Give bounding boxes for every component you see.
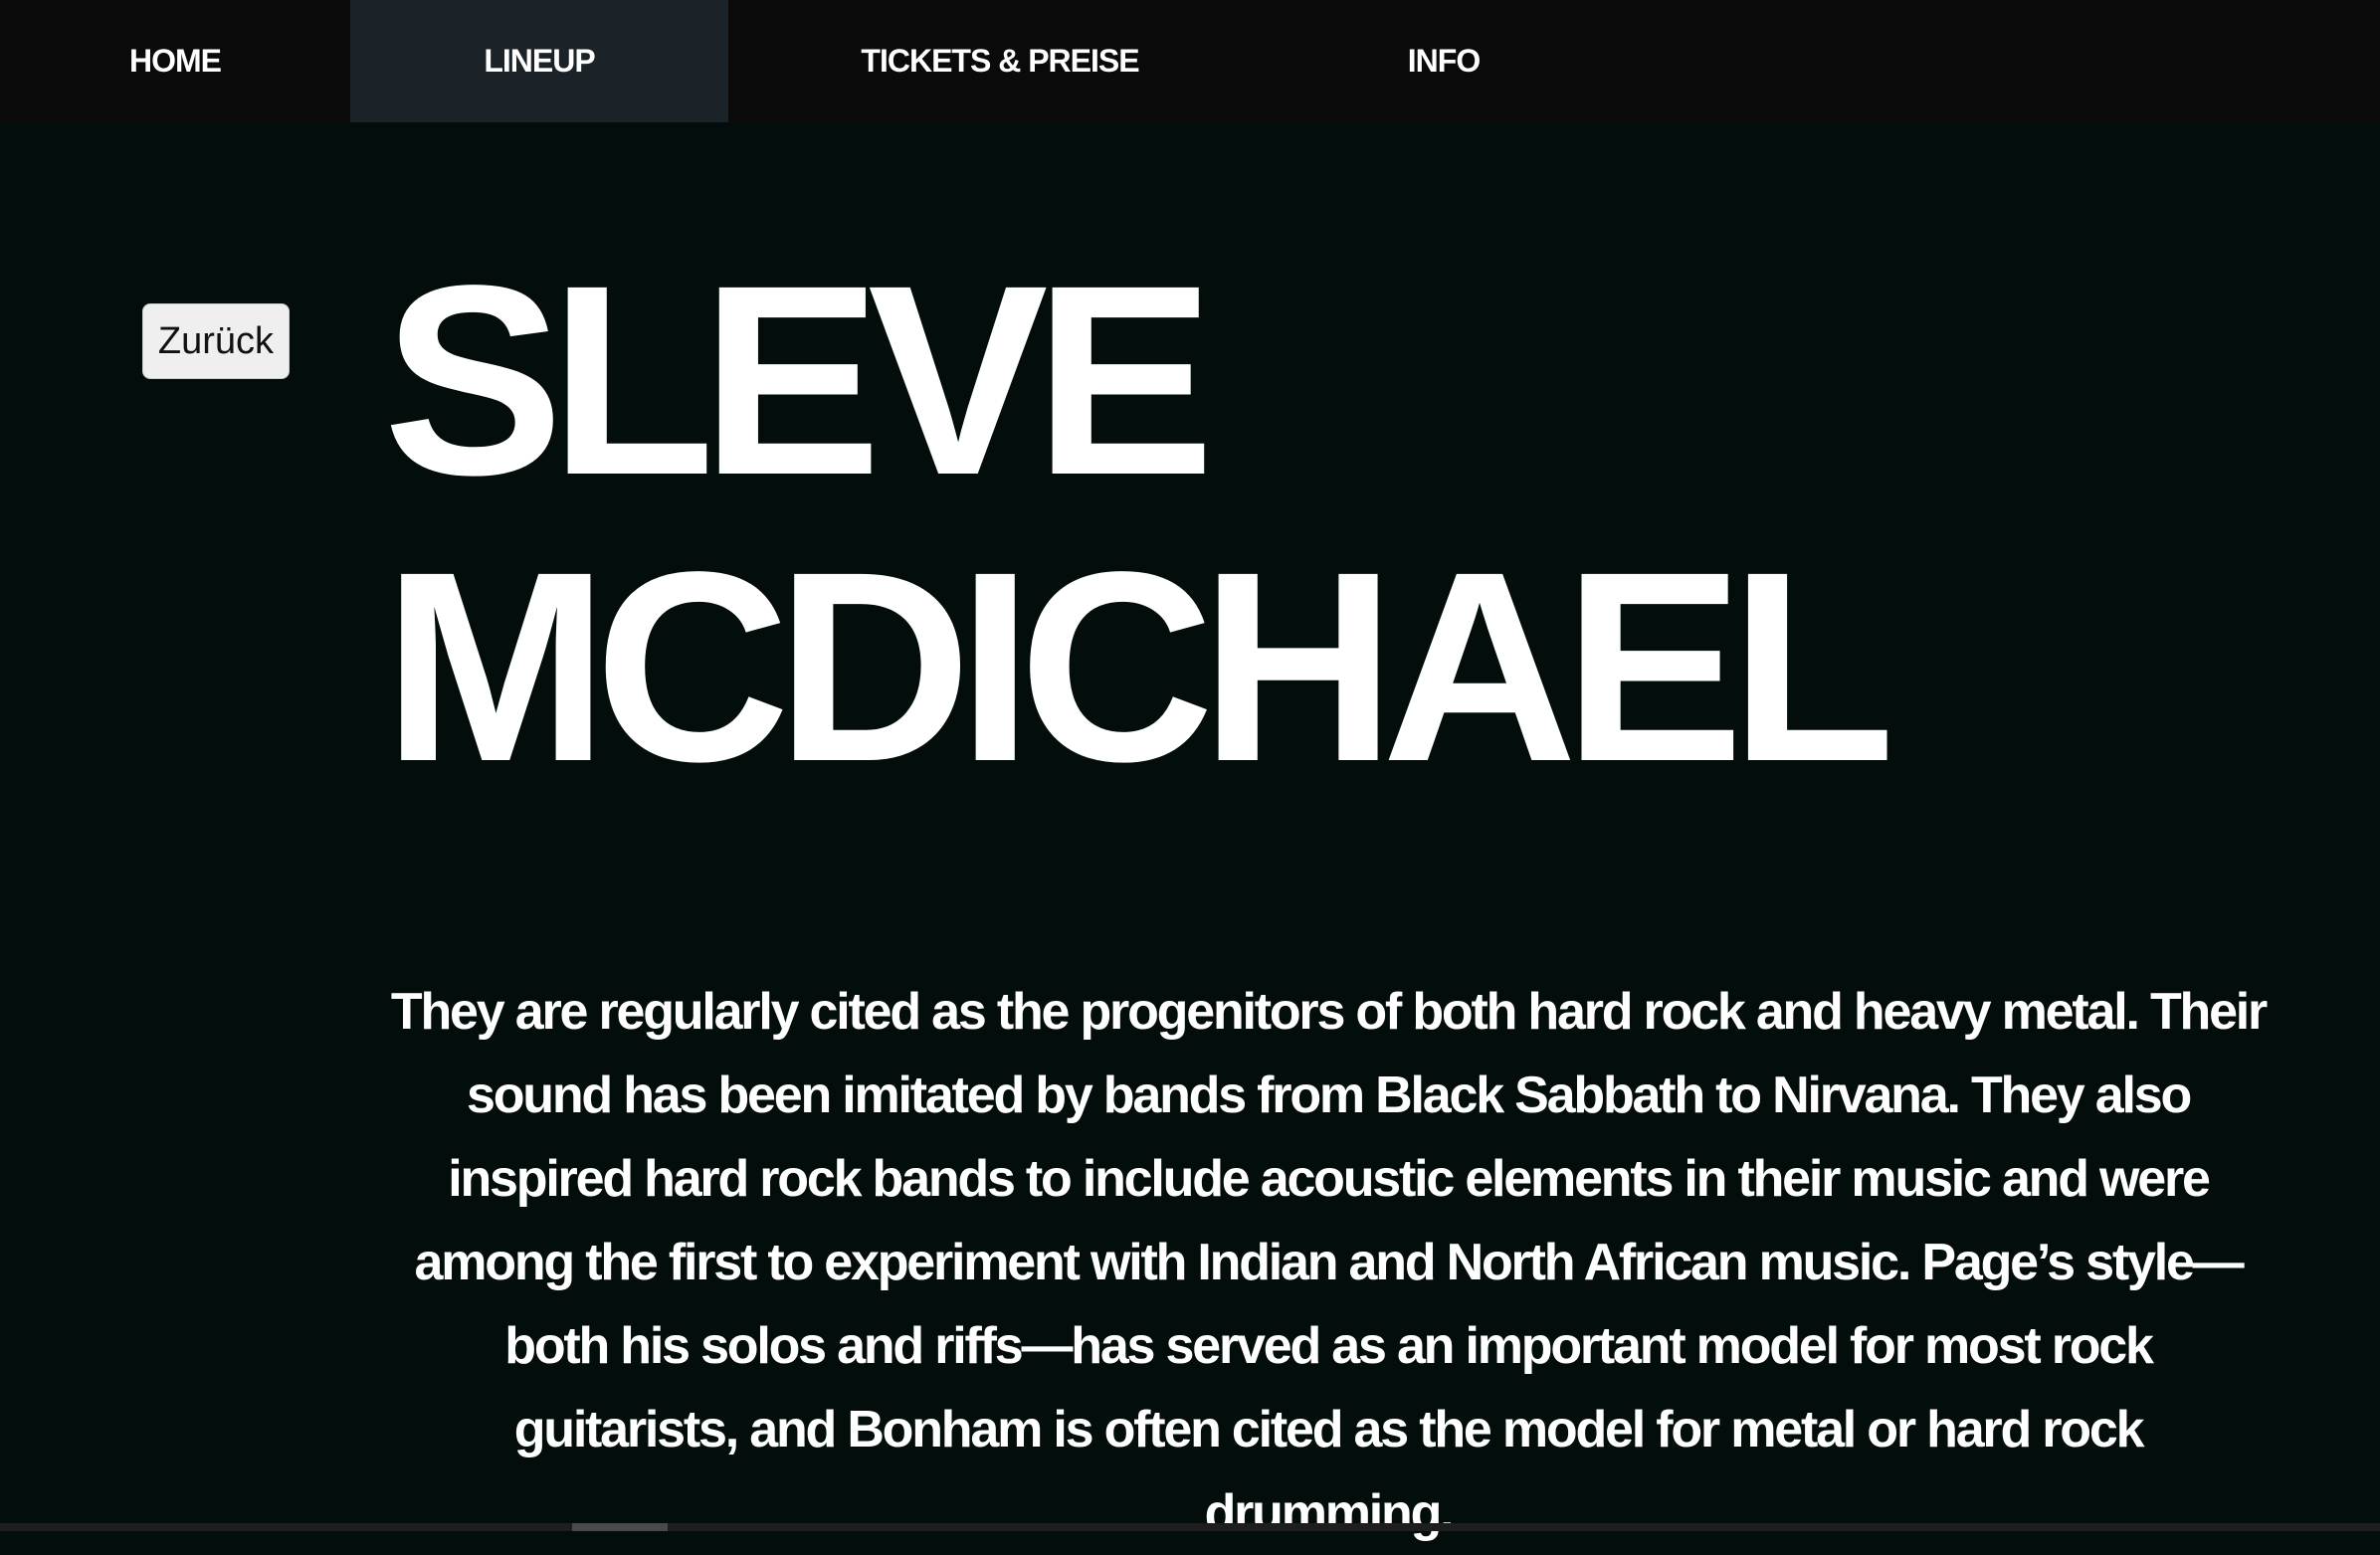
nav-item-lineup[interactable]: LINEUP bbox=[350, 0, 728, 122]
main-navigation: HOME LINEUP TICKETS & PREISE INFO bbox=[0, 0, 2380, 122]
artist-name-line-2: MCDICHAEL bbox=[383, 515, 1895, 818]
artist-name-heading: SLEVE MCDICHAEL bbox=[383, 237, 2075, 810]
nav-item-tickets-preise[interactable]: TICKETS & PREISE bbox=[728, 0, 1272, 122]
nav-item-info[interactable]: INFO bbox=[1272, 0, 1616, 122]
back-button[interactable]: Zurück bbox=[142, 303, 290, 379]
scrollbar-thumb[interactable] bbox=[572, 1523, 668, 1531]
nav-item-home[interactable]: HOME bbox=[0, 0, 350, 122]
artist-name-line-1: SLEVE bbox=[383, 229, 1215, 531]
artist-bio: They are regularly cited as the progenit… bbox=[390, 983, 2268, 1542]
horizontal-scrollbar[interactable] bbox=[0, 1523, 2380, 1531]
